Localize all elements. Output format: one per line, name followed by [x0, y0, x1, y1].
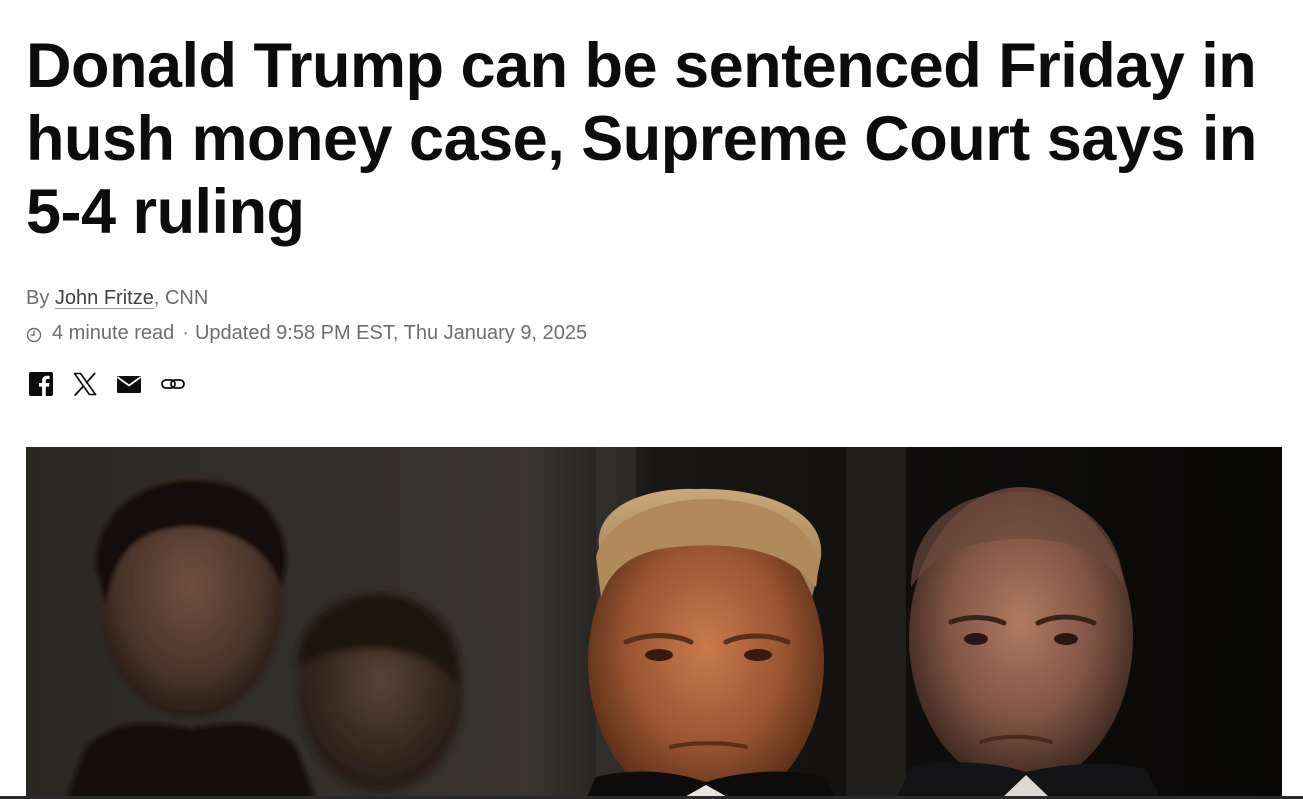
byline-suffix: , CNN	[153, 287, 209, 309]
share-email-button[interactable]	[114, 369, 144, 399]
hero-photo-illustration	[26, 447, 1282, 799]
timestamp-row: 4 minute read · Updated 9:58 PM EST, Thu…	[26, 322, 587, 345]
copy-link-button[interactable]	[158, 369, 188, 399]
link-icon	[160, 371, 186, 397]
share-x-button[interactable]	[70, 369, 100, 399]
share-bar	[26, 369, 202, 399]
updated-timestamp: Updated 9:58 PM EST, Thu January 9, 2025	[194, 322, 588, 344]
meta-separator: ·	[182, 322, 189, 344]
read-time: 4 minute read	[52, 322, 175, 344]
author-link[interactable]: John Fritze	[55, 287, 154, 309]
byline: By John Fritze, CNN	[26, 287, 208, 310]
article-page: Donald Trump can be sentenced Friday in …	[0, 0, 1303, 799]
x-icon	[72, 371, 98, 397]
share-facebook-button[interactable]	[26, 369, 56, 399]
article-headline: Donald Trump can be sentenced Friday in …	[26, 31, 1257, 247]
email-icon	[116, 371, 142, 397]
clock-icon	[26, 326, 42, 342]
hero-image	[26, 447, 1282, 799]
facebook-icon	[28, 371, 54, 397]
byline-prefix: By	[26, 287, 55, 309]
